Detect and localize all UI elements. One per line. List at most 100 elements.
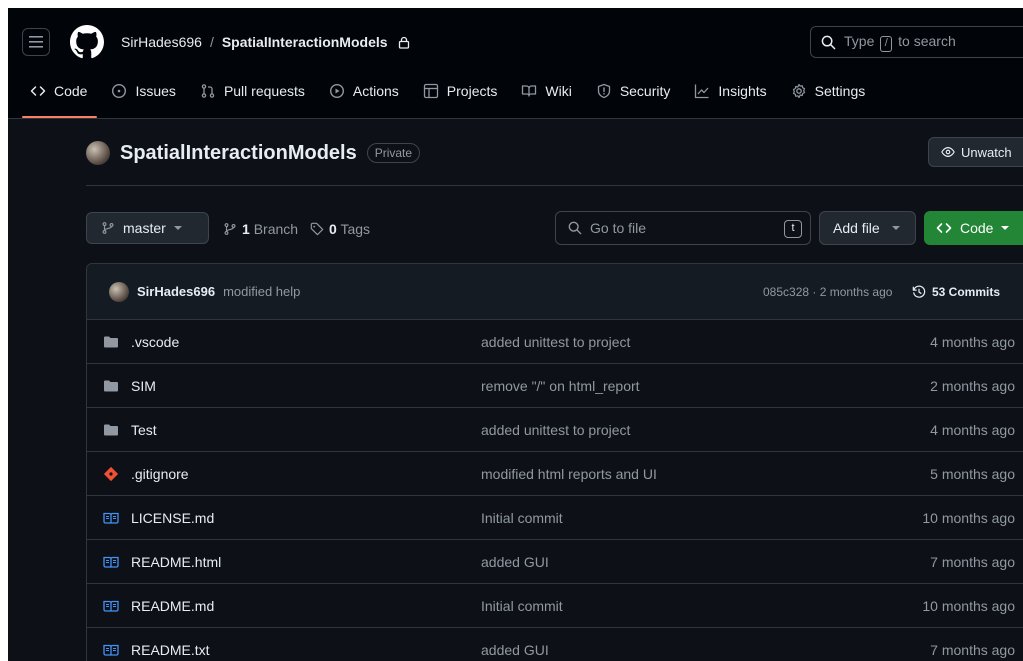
go-to-file-placeholder: Go to file: [590, 220, 647, 236]
global-search-input[interactable]: Type / to search: [810, 26, 1023, 58]
caret-down-icon: [173, 226, 182, 230]
tab-security[interactable]: Security: [584, 76, 683, 106]
menu-button[interactable]: [22, 28, 50, 56]
file-commit-message[interactable]: modified html reports and UI: [481, 466, 657, 482]
file-row[interactable]: README.html added GUI 7 months ago: [87, 540, 1023, 584]
repo-header: SirHades696 / SpatialInteractionModels T…: [8, 8, 1023, 119]
open-book-icon: [103, 644, 119, 656]
code-button[interactable]: Code: [924, 211, 1023, 245]
commit-sha-age[interactable]: 085c328 · 2 months ago: [763, 285, 892, 299]
file-commit-message[interactable]: added GUI: [481, 642, 549, 658]
breadcrumb: SirHades696 / SpatialInteractionModels: [121, 34, 410, 50]
branches-link[interactable]: 1 Branch: [223, 221, 298, 237]
tab-label: Security: [619, 83, 671, 99]
folder-icon: [104, 380, 118, 392]
search-icon: [821, 35, 836, 49]
commits-link[interactable]: 53 Commits: [912, 285, 1000, 299]
file-commit-message[interactable]: Initial commit: [481, 598, 563, 614]
tab-pull-requests[interactable]: Pull requests: [188, 76, 317, 106]
owner-avatar[interactable]: [86, 141, 110, 165]
tag-count: 0: [329, 221, 337, 237]
file-row[interactable]: .vscode added unittest to project 4 mont…: [87, 320, 1023, 364]
tab-projects[interactable]: Projects: [411, 76, 510, 106]
file-name-link[interactable]: .gitignore: [131, 466, 189, 482]
file-name-link[interactable]: README.txt: [131, 642, 210, 658]
file-row[interactable]: Test added unittest to project 4 months …: [87, 408, 1023, 452]
repo-title[interactable]: SpatialInteractionModels: [120, 142, 357, 165]
tab-actions[interactable]: Actions: [317, 76, 411, 106]
file-table: SirHades696 modified help 085c328 · 2 mo…: [86, 263, 1023, 661]
open-book-icon: [103, 512, 119, 524]
owner-link[interactable]: SirHades696: [121, 34, 202, 50]
tab-code[interactable]: Code: [8, 76, 99, 118]
file-row[interactable]: README.md Initial commit 10 months ago: [87, 584, 1023, 628]
file-name-link[interactable]: .vscode: [131, 334, 179, 350]
tab-label: Actions: [352, 83, 399, 99]
commit-author-link[interactable]: SirHades696: [137, 284, 215, 299]
file-commit-message[interactable]: Initial commit: [481, 510, 563, 526]
history-icon: [912, 285, 926, 298]
tab-label: Code: [54, 83, 88, 99]
eye-icon: [941, 147, 955, 157]
section-divider: [86, 185, 1023, 186]
open-book-icon: [103, 600, 119, 612]
file-row[interactable]: .gitignore modified html reports and UI …: [87, 452, 1023, 496]
tab-label: Wiki: [545, 83, 572, 99]
code-icon: [30, 86, 46, 96]
open-book-icon: [103, 556, 119, 568]
unwatch-button[interactable]: Unwatch: [928, 137, 1023, 167]
commits-count: 53 Commits: [932, 284, 1001, 299]
tab-settings[interactable]: Settings: [779, 76, 878, 106]
add-file-button[interactable]: Add file: [819, 211, 916, 245]
graph-icon: [695, 84, 709, 99]
issue-icon: [112, 83, 127, 99]
branch-count-label: Branch: [253, 221, 299, 237]
latest-commit-bar: SirHades696 modified help 085c328 · 2 mo…: [87, 264, 1023, 320]
repo-nav-tabs: Code Issues Pull requests Actions Projec…: [8, 76, 877, 118]
file-name-link[interactable]: README.html: [131, 554, 221, 570]
tab-label: Issues: [135, 83, 176, 99]
tags-link[interactable]: 0 Tags: [310, 221, 370, 237]
file-name-link[interactable]: LICENSE.md: [131, 510, 214, 526]
file-name-link[interactable]: Test: [131, 422, 157, 438]
file-commit-message[interactable]: remove "/" on html_report: [481, 378, 640, 394]
file-name-link[interactable]: README.md: [131, 598, 214, 614]
branch-selector[interactable]: master: [86, 212, 209, 244]
file-commit-age: 10 months ago: [922, 509, 1015, 526]
git-icon: [103, 466, 119, 482]
file-row[interactable]: SIM remove "/" on html_report 2 months a…: [87, 364, 1023, 408]
file-commit-message[interactable]: added GUI: [481, 554, 549, 570]
play-icon: [329, 83, 344, 99]
caret-down-icon: [1001, 226, 1010, 230]
file-row[interactable]: LICENSE.md Initial commit 10 months ago: [87, 496, 1023, 540]
code-button-label: Code: [960, 220, 994, 236]
search-icon: [568, 221, 582, 235]
github-logo-icon[interactable]: [70, 25, 104, 59]
repo-link[interactable]: SpatialInteractionModels: [222, 34, 388, 50]
gear-icon: [792, 83, 805, 99]
file-commit-message[interactable]: added unittest to project: [481, 334, 630, 350]
tab-label: Pull requests: [223, 83, 305, 99]
github-window: SirHades696 / SpatialInteractionModels T…: [8, 8, 1023, 661]
book-icon: [522, 85, 537, 97]
file-row[interactable]: README.txt added GUI 7 months ago: [87, 628, 1023, 661]
file-commit-message[interactable]: added unittest to project: [481, 422, 630, 438]
file-commit-age: 7 months ago: [930, 641, 1015, 658]
branch-count: 1: [242, 221, 250, 237]
branch-icon: [224, 223, 236, 235]
tag-icon: [310, 222, 324, 236]
file-commit-age: 4 months ago: [930, 421, 1015, 438]
file-name-link[interactable]: SIM: [131, 378, 156, 394]
go-to-file-input[interactable]: Go to file t: [555, 211, 811, 245]
tab-wiki[interactable]: Wiki: [509, 76, 583, 106]
branch-icon: [102, 222, 114, 234]
folder-icon: [104, 424, 118, 436]
unwatch-label: Unwatch: [961, 144, 1012, 160]
author-avatar[interactable]: [109, 281, 129, 302]
tag-count-label: Tags: [340, 221, 371, 237]
pull-request-icon: [201, 84, 215, 98]
tab-issues[interactable]: Issues: [99, 76, 187, 106]
commit-message-link[interactable]: modified help: [223, 284, 300, 299]
file-commit-age: 2 months ago: [930, 377, 1015, 394]
tab-insights[interactable]: Insights: [682, 76, 778, 106]
